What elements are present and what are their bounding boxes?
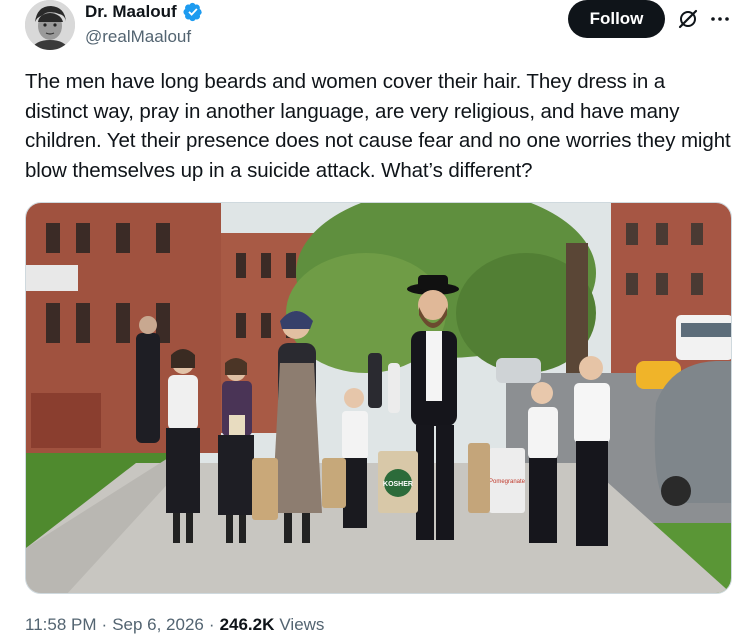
meta-separator: · [208, 615, 215, 634]
views-count: 246.2K [219, 615, 275, 634]
kosher-bag: KOSHER [378, 451, 418, 513]
follow-button[interactable]: Follow [568, 0, 665, 38]
street-photo: KOSHER Pomegranate [26, 203, 731, 593]
more-options-icon[interactable] [709, 8, 731, 30]
tweet-header: Dr. Maalouf @realMaalouf Follow [25, 0, 735, 56]
tweet-meta: 11:58 PM · Sep 6, 2026 · 246.2K Views [25, 615, 324, 635]
bag-label: Pomegranate [489, 479, 526, 485]
tweet-time[interactable]: 11:58 PM [25, 615, 97, 635]
tweet-date[interactable]: Sep 6, 2026 [112, 615, 204, 635]
name-row: Dr. Maalouf [85, 2, 203, 22]
views-label: Views [279, 615, 325, 634]
avatar[interactable] [25, 0, 75, 50]
author-handle[interactable]: @realMaalouf [85, 27, 191, 47]
tweet-text: The men have long beards and women cover… [25, 70, 731, 182]
grok-icon[interactable] [677, 8, 699, 30]
bag-label: KOSHER [383, 481, 413, 488]
child-figure [574, 356, 610, 546]
meta-separator: · [101, 615, 108, 634]
verified-badge-icon [183, 2, 203, 22]
avatar-image [25, 0, 75, 50]
tweet-photo[interactable]: KOSHER Pomegranate [25, 202, 732, 594]
display-name[interactable]: Dr. Maalouf [85, 2, 177, 22]
